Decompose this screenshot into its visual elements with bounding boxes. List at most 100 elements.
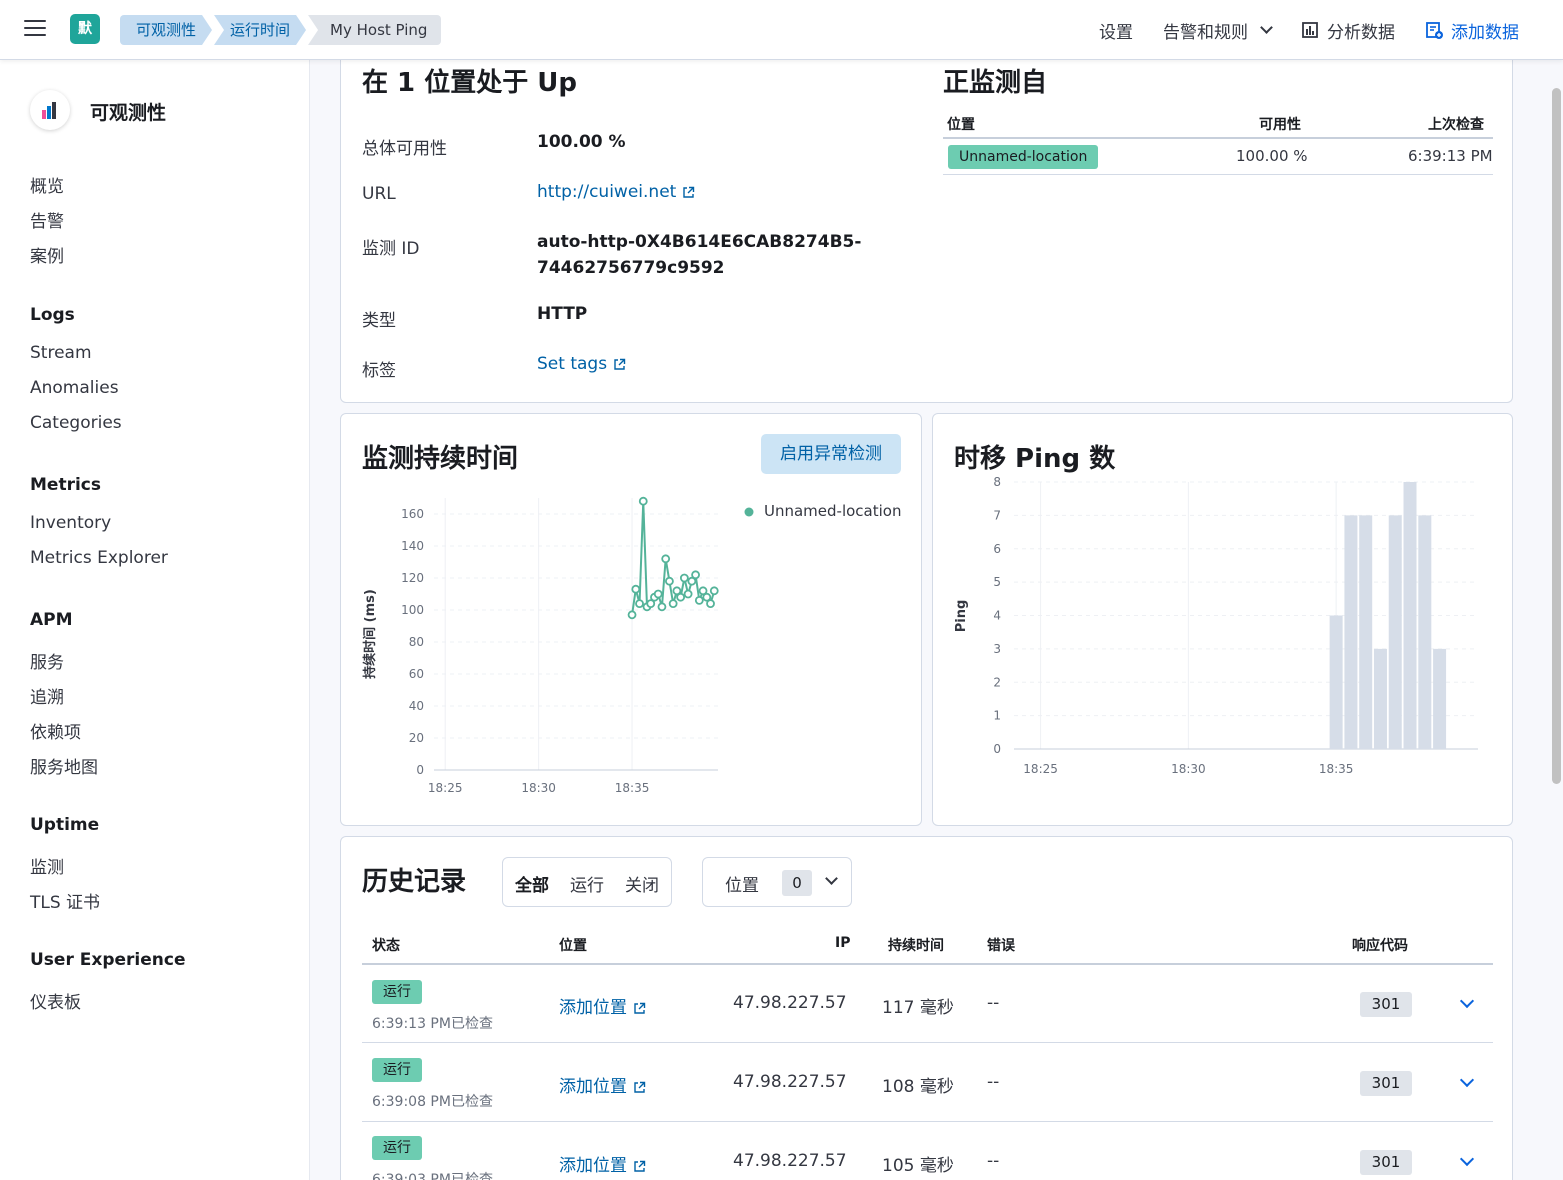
filter-all[interactable]: 全部 <box>515 871 549 896</box>
status-badge: 运行 <box>372 1136 422 1160</box>
breadcrumb-observability[interactable]: 可观测性 <box>120 15 212 45</box>
status-filter-group: 全部 运行 关闭 <box>502 857 672 907</box>
data-point <box>638 496 648 506</box>
nav-alerts[interactable]: 告警 <box>30 207 64 232</box>
nav-apm-services[interactable]: 服务 <box>30 648 64 673</box>
history-title: 历史记录 <box>362 867 467 897</box>
add-location-link[interactable]: 添加位置 <box>559 993 646 1018</box>
page-scrollbar[interactable] <box>1552 88 1561 784</box>
expand-row-icon[interactable] <box>1459 1151 1475 1167</box>
nav-logs-categories[interactable]: Categories <box>30 413 122 433</box>
status-title: 在 1 位置处于 Up <box>362 68 577 98</box>
bar <box>1373 648 1387 749</box>
add-data-link[interactable]: 添加数据 <box>1425 18 1519 43</box>
analyze-data-link[interactable]: 分析数据 <box>1301 18 1395 43</box>
nav-ux-dashboard[interactable]: 仪表板 <box>30 988 81 1013</box>
type-label: 类型 <box>362 311 396 331</box>
nav-apm-service-map[interactable]: 服务地图 <box>30 753 98 778</box>
url-label: URL <box>362 184 396 204</box>
data-point <box>661 554 671 564</box>
x-tick-label-1: 18:30 <box>521 781 556 795</box>
bar <box>1433 648 1447 749</box>
nav-section-metrics: Metrics <box>30 475 101 495</box>
monitoring-from-title: 正监测自 <box>943 68 1048 98</box>
nav-logs-stream[interactable]: Stream <box>30 343 92 363</box>
checked-time: 6:39:03 PM已检查 <box>372 1172 493 1180</box>
alerts-menu[interactable]: 告警和规则 <box>1163 18 1273 43</box>
y-tick-label-8: 160 <box>401 507 424 521</box>
col-status: 状态 <box>372 938 400 954</box>
y-tick-label-4: 80 <box>409 635 424 649</box>
x-tick-label-2: 18:35 <box>1319 762 1354 776</box>
response-code-badge: 301 <box>1360 1150 1412 1175</box>
bar <box>1403 482 1417 749</box>
row-divider <box>362 1042 1493 1043</box>
expand-row-icon[interactable] <box>1459 1072 1475 1088</box>
nav-section-apm: APM <box>30 610 73 630</box>
data-point <box>691 570 700 580</box>
settings-link[interactable]: 设置 <box>1099 18 1133 43</box>
response-code-badge: 301 <box>1360 1071 1412 1096</box>
url-link[interactable]: http://cuiwei.net <box>537 182 695 202</box>
duration-value: 117 毫秒 <box>882 998 954 1018</box>
enable-anomaly-button[interactable]: 启用异常检测 <box>761 434 901 474</box>
location-count-badge: 0 <box>782 870 812 896</box>
chart-icon <box>1302 22 1318 38</box>
y-tick-label-3: 60 <box>409 667 424 681</box>
add-location-link[interactable]: 添加位置 <box>559 1072 646 1097</box>
settings-label: 设置 <box>1099 22 1133 43</box>
url-text: http://cuiwei.net <box>537 182 677 202</box>
nav-cases[interactable]: 案例 <box>30 242 64 267</box>
nav-section-ux: User Experience <box>30 950 186 970</box>
data-point <box>635 599 644 608</box>
top-header: 默 可观测性 运行时间 My Host Ping 设置 告警和规则 分析数据 添… <box>0 0 1563 60</box>
add-data-icon <box>1426 22 1443 39</box>
add-data-label: 添加数据 <box>1451 22 1519 43</box>
nav-apm-dependencies[interactable]: 依赖项 <box>30 718 81 743</box>
nav-uptime-monitors[interactable]: 监测 <box>30 853 64 878</box>
data-point <box>657 602 667 612</box>
duration-value: 105 毫秒 <box>882 1156 954 1176</box>
nav-metrics-inventory[interactable]: Inventory <box>30 513 111 533</box>
status-panel: 在 1 位置处于 Up 总体可用性 100.00 % URL http://cu… <box>340 40 1513 403</box>
y-tick-label-1: 20 <box>409 731 424 745</box>
location-filter[interactable]: 位置 0 <box>702 857 852 907</box>
y-tick-label-0: 0 <box>993 742 1001 756</box>
breadcrumb: 可观测性 运行时间 My Host Ping <box>120 15 443 45</box>
nav-overview[interactable]: 概览 <box>30 172 64 197</box>
chevron-down-icon <box>1260 21 1273 34</box>
location-filter-label: 位置 <box>725 876 759 896</box>
filter-down[interactable]: 关闭 <box>625 871 659 896</box>
menu-icon[interactable] <box>24 20 46 38</box>
nav-metrics-explorer[interactable]: Metrics Explorer <box>30 548 168 568</box>
space-avatar[interactable]: 默 <box>70 14 100 44</box>
header-actions: 设置 告警和规则 分析数据 添加数据 <box>1069 0 1519 60</box>
sidebar: 可观测性 概览 告警 案例 Logs Stream Anomalies Cate… <box>0 60 310 1180</box>
set-tags-link[interactable]: Set tags <box>537 354 626 374</box>
bar <box>1418 515 1432 749</box>
response-code-badge: 301 <box>1360 992 1412 1017</box>
app-title: 可观测性 <box>90 102 167 124</box>
col-ip: IP <box>835 935 851 951</box>
data-point <box>631 584 641 594</box>
y-tick-label-6: 6 <box>993 542 1001 556</box>
nav-uptime-tls[interactable]: TLS 证书 <box>30 888 100 913</box>
error-value: -- <box>987 1072 1000 1092</box>
y-tick-label-7: 7 <box>993 508 1001 522</box>
breadcrumb-uptime[interactable]: 运行时间 <box>214 15 306 45</box>
alerts-label: 告警和规则 <box>1163 22 1248 43</box>
x-tick-label-1: 18:30 <box>1171 762 1206 776</box>
row-divider <box>362 1121 1493 1122</box>
duration-value: 108 毫秒 <box>882 1077 954 1097</box>
nav-section-logs: Logs <box>30 305 75 325</box>
nav-section-uptime: Uptime <box>30 815 100 835</box>
add-location-link[interactable]: 添加位置 <box>559 1151 646 1176</box>
nav-apm-traces[interactable]: 追溯 <box>30 683 64 708</box>
nav-logs-anomalies[interactable]: Anomalies <box>30 378 119 398</box>
error-value: -- <box>987 1151 1000 1171</box>
y-tick-label-5: 100 <box>401 603 424 617</box>
expand-row-icon[interactable] <box>1459 993 1475 1009</box>
y-tick-label-7: 140 <box>401 539 424 553</box>
filter-up[interactable]: 运行 <box>570 871 604 896</box>
pings-title: 时移 Ping 数 <box>954 444 1116 474</box>
